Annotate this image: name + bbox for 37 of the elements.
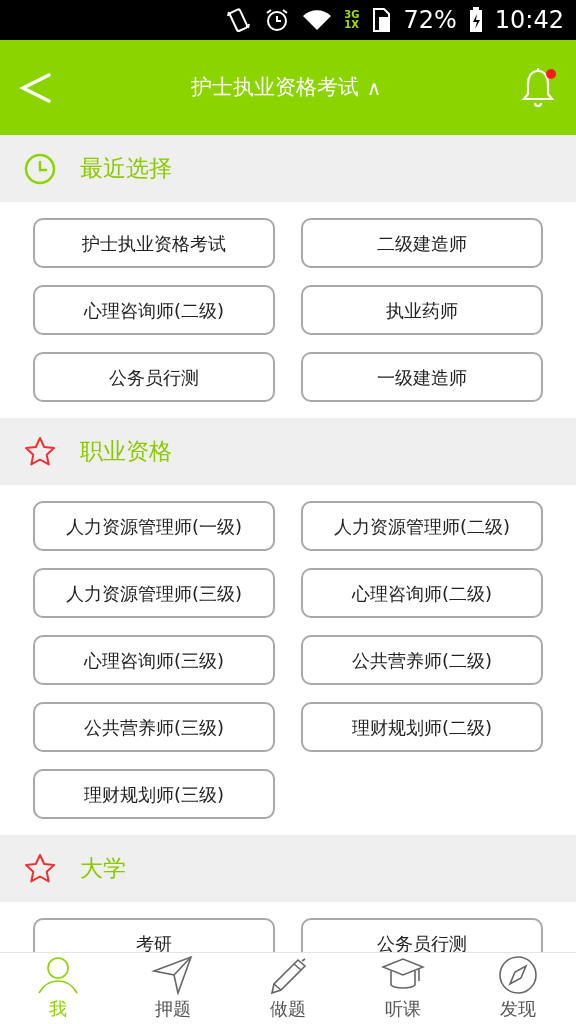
category-button[interactable]: 心理咨询师(三级): [33, 635, 275, 685]
nav-tab[interactable]: 做题: [230, 953, 346, 1024]
bell-icon: [521, 66, 555, 109]
nav-tab[interactable]: 押题: [115, 953, 231, 1024]
battery-charging-icon: [468, 7, 483, 33]
category-button[interactable]: 心理咨询师(二级): [33, 285, 275, 335]
category-button[interactable]: 理财规划师(三级): [33, 769, 275, 819]
category-button[interactable]: 护士执业资格考试: [33, 218, 275, 268]
network-label: 3G: [344, 10, 360, 20]
category-button[interactable]: 二级建造师: [301, 218, 543, 268]
nav-tab[interactable]: 发现: [460, 953, 576, 1024]
category-button[interactable]: 心理咨询师(二级): [301, 568, 543, 618]
category-button[interactable]: 公务员行测: [301, 918, 543, 952]
section-title: 大学: [80, 854, 126, 884]
section-title: 职业资格: [80, 437, 172, 467]
section-title: 最近选择: [80, 154, 172, 184]
clock-icon: [23, 151, 57, 186]
vibrate-icon: [226, 6, 253, 34]
category-button[interactable]: 公务员行测: [33, 352, 275, 402]
clock-time: 10:42: [494, 5, 564, 36]
battery-percentage: 72%: [403, 5, 457, 36]
category-button[interactable]: 考研: [33, 918, 275, 952]
category-button[interactable]: 公共营养师(三级): [33, 702, 275, 752]
sim-card-icon: [371, 7, 392, 33]
network-label: 1X: [344, 20, 360, 30]
category-button[interactable]: 一级建造师: [301, 352, 543, 402]
send-icon: [150, 955, 195, 995]
category-button[interactable]: 人力资源管理师(二级): [301, 501, 543, 551]
category-button[interactable]: 人力资源管理师(三级): [33, 568, 275, 618]
wifi-icon: [302, 8, 333, 32]
category-button[interactable]: 人力资源管理师(一级): [33, 501, 275, 551]
category-button[interactable]: 理财规划师(二级): [301, 702, 543, 752]
back-icon: [19, 70, 53, 105]
person-icon: [35, 955, 80, 995]
category-button[interactable]: 执业药师: [301, 285, 543, 335]
nav-tab[interactable]: 听课: [345, 953, 461, 1024]
category-button[interactable]: 公共营养师(二级): [301, 635, 543, 685]
